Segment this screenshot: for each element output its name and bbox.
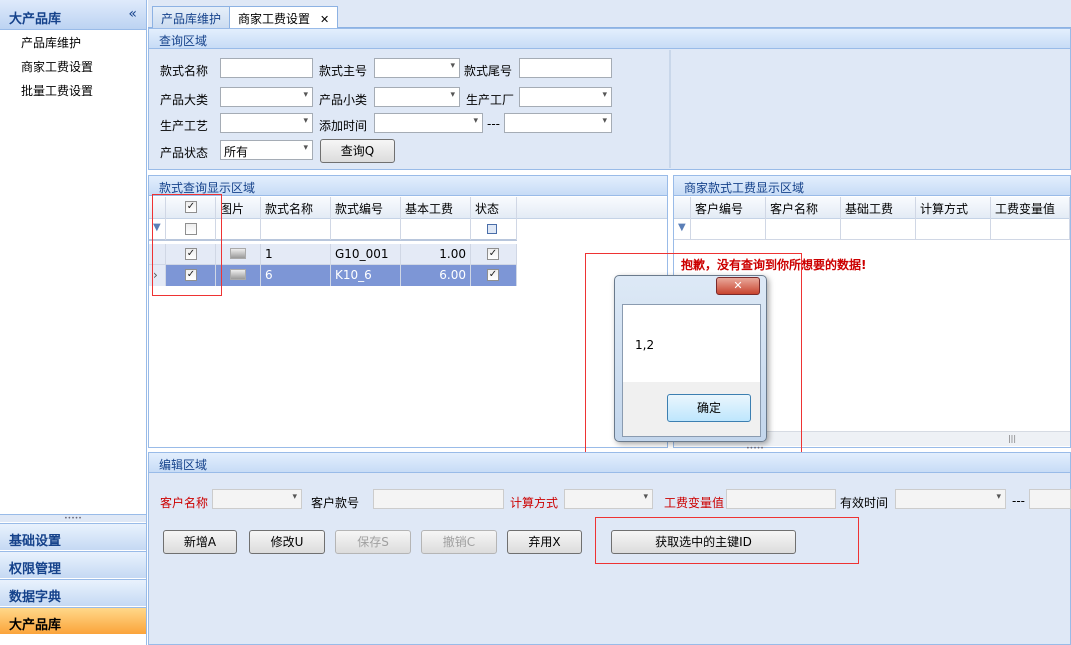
edit-title: 编辑区域 — [149, 453, 1070, 473]
status-value: 所有 — [224, 145, 249, 159]
close-icon[interactable]: ✕ — [320, 13, 329, 26]
row-style-name: 6 — [261, 265, 331, 286]
category-label: 产品大类 — [160, 93, 209, 107]
discard-button[interactable]: 弃用X — [507, 530, 582, 554]
calc-method-select[interactable] — [564, 489, 653, 509]
customer-name-label: 客户名称 — [160, 496, 209, 510]
customer-style-no-label: 客户款号 — [311, 496, 360, 510]
col-base-fee[interactable]: 基本工费 — [401, 197, 471, 219]
merchant-filter-row: ▼ — [674, 219, 1070, 240]
row-status-checkbox[interactable]: ✓ — [487, 248, 499, 260]
row-base-fee: 6.00 — [401, 265, 471, 286]
col-fee-variable[interactable]: 工费变量值 — [991, 197, 1070, 219]
subcategory-label: 产品小类 — [319, 93, 368, 107]
tail-no-input[interactable] — [519, 58, 612, 78]
merchant-grid-header: 客户编号 客户名称 基础工费 计算方式 工费变量值 — [674, 197, 1070, 219]
add-button[interactable]: 新增A — [163, 530, 237, 554]
style-name-input[interactable] — [220, 58, 313, 78]
collapse-icon[interactable]: « — [128, 6, 137, 22]
sidebar-splitter[interactable]: ••••• — [0, 514, 146, 522]
tab-product-maintenance[interactable]: 产品库维护 — [152, 6, 231, 28]
subcategory-select[interactable] — [374, 87, 460, 107]
edit-splitter[interactable]: ••••• — [740, 446, 770, 452]
sidebar: 大产品库 « 产品库维护 商家工费设置 批量工费设置 ••••• 基础设置 权限… — [0, 0, 147, 645]
tab-label: 产品库维护 — [161, 12, 222, 26]
nav-basic-settings[interactable]: 基础设置 — [0, 523, 146, 550]
highlight-box-get-id — [595, 517, 859, 564]
status-select[interactable]: 所有 — [220, 140, 313, 160]
image-icon — [230, 248, 246, 259]
query-button[interactable]: 查询Q — [320, 139, 395, 163]
tab-label: 商家工费设置 — [238, 12, 311, 26]
style-name-label: 款式名称 — [160, 64, 209, 78]
valid-time-dash: --- — [1012, 494, 1025, 508]
date-dash: --- — [487, 117, 500, 131]
col-status[interactable]: 状态 — [471, 197, 517, 219]
main-no-label: 款式主号 — [319, 64, 368, 78]
sidebar-item-product-maintenance[interactable]: 产品库维护 — [21, 34, 81, 51]
main-no-select[interactable] — [374, 58, 460, 78]
row-style-name: 1 — [261, 244, 331, 265]
col-style-name[interactable]: 款式名称 — [261, 197, 331, 219]
valid-time-label: 有效时间 — [840, 496, 889, 510]
col-customer-name[interactable]: 客户名称 — [766, 197, 841, 219]
highlight-box-dialog — [585, 253, 802, 458]
valid-time-start[interactable] — [895, 489, 1006, 509]
modify-button[interactable]: 修改U — [249, 530, 325, 554]
save-button[interactable]: 保存S — [335, 530, 411, 554]
customer-style-no-input[interactable] — [373, 489, 504, 509]
col-style-code[interactable]: 款式编号 — [331, 197, 401, 219]
tab-merchant-fee[interactable]: 商家工费设置 ✕ — [229, 6, 339, 29]
col-customer-no[interactable]: 客户编号 — [691, 197, 766, 219]
status-label: 产品状态 — [160, 146, 209, 160]
add-time-label: 添加时间 — [319, 119, 368, 133]
nav-product-library[interactable]: 大产品库 — [0, 607, 146, 634]
sidebar-item-merchant-fee[interactable]: 商家工费设置 — [21, 58, 93, 75]
fee-variable-input[interactable] — [726, 489, 836, 509]
add-time-start[interactable] — [374, 113, 483, 133]
col-calc-method[interactable]: 计算方式 — [916, 197, 991, 219]
craft-label: 生产工艺 — [160, 119, 209, 133]
sidebar-header: 大产品库 « — [0, 0, 146, 30]
add-time-end[interactable] — [504, 113, 612, 133]
fee-variable-label: 工费变量值 — [664, 496, 725, 510]
sidebar-item-batch-fee[interactable]: 批量工费设置 — [21, 82, 93, 99]
undo-button[interactable]: 撤销C — [421, 530, 497, 554]
query-divider — [669, 50, 671, 168]
factory-label: 生产工厂 — [466, 93, 515, 107]
col-base-fee[interactable]: 基础工费 — [841, 197, 916, 219]
image-icon — [230, 269, 246, 280]
merchant-grid-title: 商家款式工费显示区域 — [674, 176, 1070, 196]
sidebar-title: 大产品库 — [9, 12, 62, 27]
style-grid-title: 款式查询显示区域 — [149, 176, 667, 196]
category-select[interactable] — [220, 87, 313, 107]
query-title: 查询区域 — [149, 29, 1070, 49]
tail-no-label: 款式尾号 — [464, 64, 513, 78]
row-style-code: G10_001 — [331, 244, 401, 265]
highlight-box-checkboxes — [152, 194, 222, 296]
customer-name-select[interactable] — [212, 489, 302, 509]
nav-dictionary[interactable]: 数据字典 — [0, 579, 146, 606]
nav-permission[interactable]: 权限管理 — [0, 551, 146, 578]
row-status-checkbox[interactable]: ✓ — [487, 269, 499, 281]
row-base-fee: 1.00 — [401, 244, 471, 265]
row-style-code: K10_6 — [331, 265, 401, 286]
col-image[interactable]: 图片 — [216, 197, 261, 219]
grid-header: ✓ 图片 款式名称 款式编号 基本工费 状态 — [149, 197, 667, 219]
filter-icon[interactable]: ▼ — [674, 219, 691, 240]
factory-select[interactable] — [519, 87, 612, 107]
calc-method-label: 计算方式 — [510, 496, 559, 510]
valid-time-end[interactable] — [1029, 489, 1071, 509]
craft-select[interactable] — [220, 113, 313, 133]
status-filter-icon[interactable] — [487, 224, 497, 234]
